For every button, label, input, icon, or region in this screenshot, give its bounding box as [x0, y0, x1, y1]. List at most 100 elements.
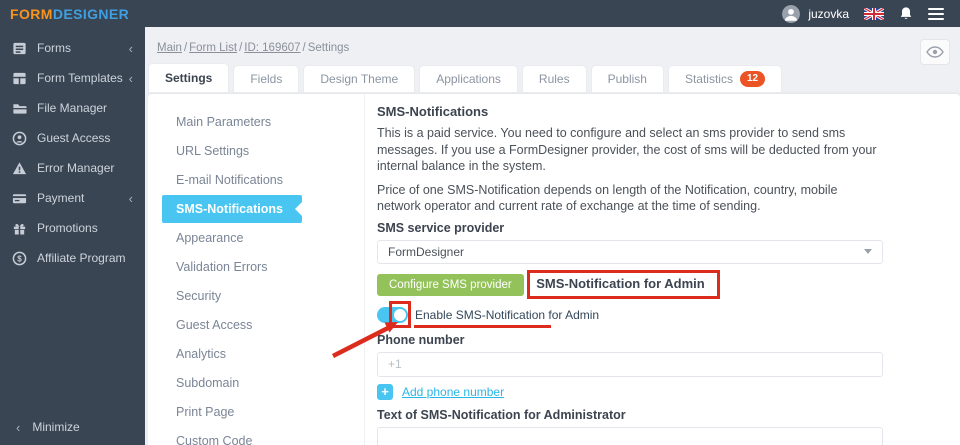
avatar[interactable] — [782, 4, 801, 23]
tab-design-theme[interactable]: Design Theme — [303, 65, 416, 92]
tab-label: Statistics — [684, 72, 733, 86]
add-phone-number-link[interactable]: Add phone number — [402, 385, 504, 399]
sidebar-item-label: File Manager — [37, 101, 108, 115]
sidebar-item-file-manager[interactable]: File Manager — [0, 93, 145, 123]
formdesigner-logo[interactable]: FORMDESIGNER — [0, 6, 145, 22]
chevron-left-icon: ‹ — [128, 70, 133, 86]
settings-nav-item-custom-code[interactable]: Custom Code — [162, 427, 302, 445]
forms-icon — [12, 41, 27, 56]
tab-publish[interactable]: Publish — [590, 65, 664, 92]
settings-nav-item-print-page[interactable]: Print Page — [162, 398, 302, 426]
settings-nav-item-main-parameters[interactable]: Main Parameters — [162, 108, 302, 136]
intro-paragraph: This is a paid service. You need to conf… — [377, 126, 877, 173]
section-title: SMS-Notifications — [377, 104, 489, 119]
sms-text-label: Text of SMS-Notification for Administrat… — [377, 407, 626, 422]
tab-settings[interactable]: Settings — [148, 63, 230, 92]
svg-text:$: $ — [17, 254, 22, 263]
settings-nav-item-validation-errors[interactable]: Validation Errors — [162, 253, 302, 281]
eye-icon — [926, 46, 944, 58]
settings-nav-item-subdomain[interactable]: Subdomain — [162, 369, 302, 397]
tab-label: Fields — [250, 72, 283, 86]
configure-sms-provider-button[interactable]: Configure SMS provider — [377, 273, 524, 296]
sidebar-item-label: Forms — [37, 41, 71, 55]
enable-admin-sms-toggle[interactable] — [377, 306, 408, 323]
breadcrumb: Main / Form List / ID: 169607/Settings — [145, 27, 960, 54]
hamburger-icon[interactable] — [928, 7, 944, 20]
top-bar: FORMDESIGNER juzovka — [0, 0, 960, 27]
username[interactable]: juzovka — [808, 7, 849, 21]
sidebar-item-label: Error Manager — [37, 161, 115, 175]
admin-section-title: SMS-Notification for Admin — [536, 275, 705, 291]
phone-number-input[interactable] — [377, 351, 883, 377]
tab-label: Publish — [607, 72, 647, 86]
phone-number-label: Phone number — [377, 332, 465, 347]
enable-admin-sms-row: Enable SMS-Notification for Admin — [377, 300, 883, 330]
tab-label: Rules — [538, 72, 570, 86]
uk-flag-icon[interactable] — [864, 7, 884, 20]
formdesigner-app: FORMDESIGNER juzovka Forms ‹ Form Template… — [0, 0, 960, 445]
sidebar-item-form-templates[interactable]: Form Templates ‹ — [0, 63, 145, 93]
sidebar-menu: Forms ‹ Form Templates ‹ File Manager Guest A… — [0, 27, 145, 409]
payment-icon — [12, 191, 27, 206]
settings-nav-item-sms-notifications[interactable]: SMS-Notifications — [162, 195, 302, 223]
tab-fields[interactable]: Fields — [233, 65, 300, 92]
sms-provider-select[interactable]: FormDesigner — [377, 239, 883, 264]
sidebar-item-label: Form Templates — [37, 71, 123, 85]
affiliate-icon: $ — [12, 251, 27, 266]
breadcrumb-item-settings: Settings — [307, 42, 350, 54]
chevron-left-icon: ‹ — [128, 190, 133, 206]
form-templates-icon — [12, 71, 27, 86]
settings-nav-item-guest-access[interactable]: Guest Access — [162, 311, 302, 339]
top-bar-right: juzovka — [782, 4, 960, 23]
sidebar-item-label: Payment — [37, 191, 85, 205]
breadcrumb-item-id-169607[interactable]: ID: 169607 — [244, 42, 300, 54]
minimize-label: Minimize — [32, 420, 80, 434]
file-manager-icon — [12, 101, 27, 116]
promotions-icon — [12, 221, 27, 236]
tab-badge: 12 — [739, 71, 766, 87]
guest-access-icon — [12, 131, 27, 146]
chevron-left-icon: ‹ — [128, 40, 133, 56]
sidebar-item-affiliate-program[interactable]: $ Affiliate Program — [0, 243, 145, 273]
sidebar-item-payment[interactable]: Payment ‹ — [0, 183, 145, 213]
settings-card: Main Parameters URL Settings E-mail Notifi… — [148, 94, 960, 445]
sidebar-minimize-button[interactable]: ‹ Minimize — [0, 409, 145, 445]
breadcrumb-separator: / — [239, 42, 243, 54]
breadcrumb-separator: / — [183, 42, 188, 54]
chevron-left-icon: ‹ — [16, 419, 21, 435]
plus-icon[interactable]: + — [377, 383, 393, 400]
price-paragraph: Price of one SMS-Notification depends on… — [377, 182, 838, 214]
provider-label: SMS service provider — [377, 220, 505, 235]
settings-nav-item-security[interactable]: Security — [162, 282, 302, 310]
bell-icon[interactable] — [899, 6, 913, 21]
enable-admin-sms-label: Enable SMS-Notification for Admin — [415, 307, 600, 322]
tab-label: Design Theme — [320, 72, 399, 86]
breadcrumb-separator: / — [302, 42, 306, 54]
settings-nav-item-appearance[interactable]: Appearance — [162, 224, 302, 252]
sidebar-item-label: Affiliate Program — [37, 251, 126, 265]
breadcrumb-item-form-list[interactable]: Form List — [189, 42, 237, 54]
settings-nav-item-analytics[interactable]: Analytics — [162, 340, 302, 368]
sms-text-textarea[interactable] — [377, 426, 883, 445]
sidebar: Forms ‹ Form Templates ‹ File Manager Guest A… — [0, 27, 145, 445]
tab-applications[interactable]: Applications — [419, 65, 518, 92]
sidebar-item-label: Promotions — [37, 221, 98, 235]
settings-nav-item-url-settings[interactable]: URL Settings — [162, 137, 302, 165]
tab-statistics[interactable]: Statistics 12 — [667, 65, 783, 92]
sidebar-item-label: Guest Access — [37, 131, 111, 145]
logo-part-1: FORM — [10, 5, 53, 22]
tab-bar: Settings Fields Design Theme Applications Ru… — [148, 63, 960, 92]
sidebar-item-guest-access[interactable]: Guest Access — [0, 123, 145, 153]
tab-rules[interactable]: Rules — [521, 65, 587, 92]
toggle-knob — [392, 306, 408, 323]
breadcrumb-item-main[interactable]: Main — [157, 42, 182, 54]
settings-nav-item-e-mail-notifications[interactable]: E-mail Notifications — [162, 166, 302, 194]
chevron-down-icon — [864, 249, 872, 254]
preview-button[interactable] — [920, 39, 950, 65]
add-phone-row: + Add phone number — [377, 383, 883, 400]
main-area: Main / Form List / ID: 169607/Settings Setti… — [145, 27, 960, 445]
sidebar-item-forms[interactable]: Forms ‹ — [0, 33, 145, 63]
provider-selected-value: FormDesigner — [388, 244, 465, 259]
sidebar-item-error-manager[interactable]: Error Manager — [0, 153, 145, 183]
sidebar-item-promotions[interactable]: Promotions — [0, 213, 145, 243]
